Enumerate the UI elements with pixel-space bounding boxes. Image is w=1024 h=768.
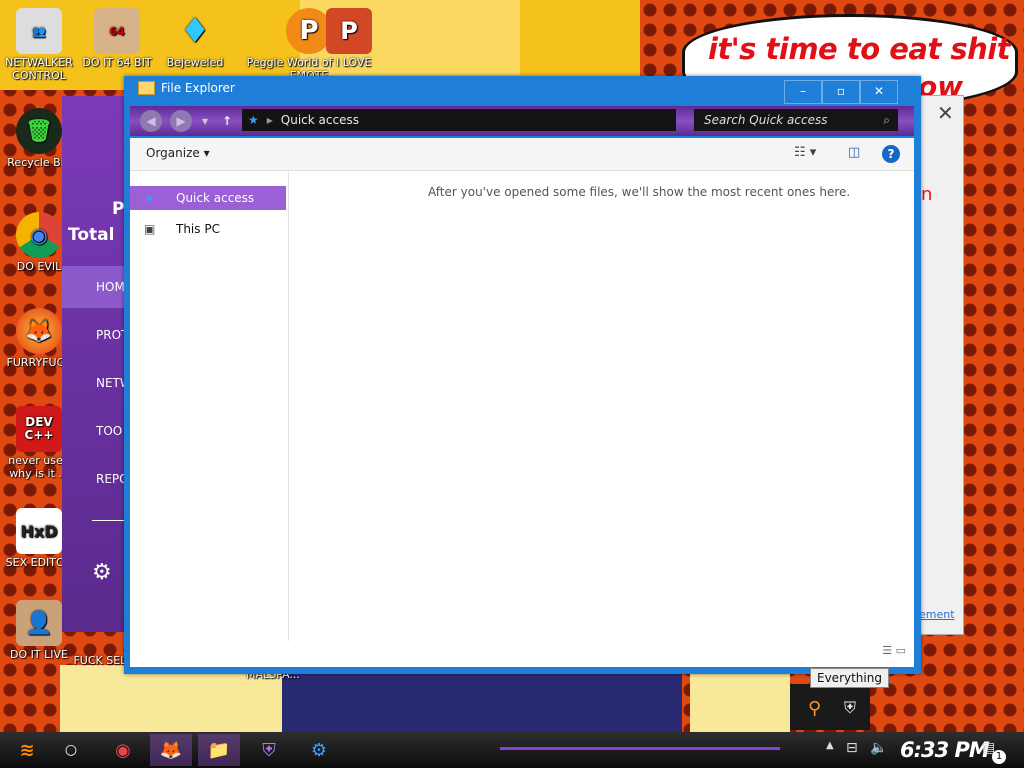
gem-icon: ♦ [179,10,211,51]
portrait-icon: 👤 [16,600,62,646]
users-icon: 👥 [16,8,62,54]
chevron-right-icon: ▸ [266,113,273,127]
clock[interactable]: 6:33 PM [900,738,990,762]
command-bar: Organize ▾ ☷ ▾ ◫ ? [130,138,914,171]
recent-locations-icon[interactable]: ▾ [194,110,216,132]
content-area: ★ Quick access ▣ This PC After you've op… [130,171,914,667]
portrait-icon: 64 [94,8,140,54]
background-window-text: n [921,184,933,205]
wallpaper-bottom-scene [282,668,682,733]
address-field[interactable]: ★ ▸ Quick access [242,109,676,131]
recycle-bin-icon: 🗑 [16,108,62,154]
forward-button[interactable]: ▶ [170,110,192,132]
up-button[interactable]: ↑ [216,110,238,132]
tray-chevron-icon[interactable]: ▲ [826,740,834,751]
hxd-icon: HxD [16,508,62,554]
desktop-icon-do-it-64[interactable]: 64 DO IT 64 BIT [78,8,156,69]
tray-overflow-panel: ⚲ ⛨ [790,684,870,730]
powerpoint-icon: P [326,8,372,54]
chrome-icon: ◉ [16,212,62,258]
av-nav-reports[interactable]: REPO [62,458,129,500]
taskbar-file-explorer[interactable]: 📁 [198,734,240,766]
minimize-button[interactable]: – [784,80,822,104]
star-icon: ★ [144,191,155,205]
av-nav-home[interactable]: HOM [62,266,128,308]
wallpaper-bottom-art-2 [690,668,790,733]
nav-item-this-pc[interactable]: ▣ This PC [130,217,286,241]
star-icon: ★ [248,113,259,127]
taskbar-shield-app[interactable]: ⛨ [248,734,290,766]
address-bar-area: ◀ ▶ ▾ ↑ ★ ▸ Quick access Search Quick acce… [130,106,914,136]
close-icon[interactable]: ✕ [937,101,954,125]
av-nav-network[interactable]: NETW [62,362,132,404]
search-input[interactable]: Search Quick access ⌕ [694,109,898,131]
desktop-icon-bejeweled[interactable]: ♦ Bejeweled [156,8,234,70]
file-explorer-window: File Explorer – ▫ ✕ ◀ ▶ ▾ ↑ ★ ▸ Quick acce… [124,76,921,674]
search-button[interactable]: ○ [50,734,92,766]
desktop-icon-netwalker[interactable]: 👥 NETWALKER CONTROL [0,8,78,82]
firefox-icon: 🦊 [16,308,62,354]
window-title: File Explorer [138,81,235,95]
av-divider [92,520,128,521]
av-nav-tools[interactable]: TOO [62,410,128,452]
preview-pane-icon[interactable]: ◫ [848,145,860,160]
background-window-link[interactable]: ement [919,608,955,621]
computer-icon: ▣ [144,222,156,236]
start-button[interactable]: ≋ [6,734,48,766]
view-options-icon[interactable]: ☷ ▾ [794,145,816,160]
speech-bubble-text: it's time to eat shit [708,32,1011,66]
help-icon[interactable]: ? [882,145,900,163]
devcpp-icon: DEV C++ [16,406,62,452]
organize-button[interactable]: Organize ▾ [146,146,210,160]
volume-icon[interactable]: 🔈 [870,740,887,756]
tooltip: Everything [810,668,889,688]
shield-app-icon[interactable]: ⛨ [844,698,856,718]
background-window: ✕ n ement [918,95,964,635]
maximize-button[interactable]: ▫ [822,80,860,104]
view-toggle-icons[interactable]: ☰ ▭ [882,644,906,657]
gear-icon[interactable]: ⚙ [92,560,112,585]
folder-icon [138,81,155,95]
empty-state-message: After you've opened some files, we'll sh… [428,185,851,199]
nav-item-quick-access[interactable]: ★ Quick access [130,186,286,210]
av-nav-protection[interactable]: PROT [62,314,128,356]
taskbar-firefox[interactable]: 🦊 [150,734,192,766]
navigation-pane: ★ Quick access ▣ This PC [130,171,289,641]
antivirus-title: P Total [68,199,125,245]
desktop-icon-powerpoint[interactable]: P [310,8,388,56]
everything-search-icon[interactable]: ⚲ [808,698,821,719]
notification-badge: 1 [992,750,1006,764]
taskbar-app[interactable]: ⚙ [298,734,340,766]
back-button[interactable]: ◀ [140,110,162,132]
network-icon[interactable]: ⊟ [846,740,858,756]
search-icon: ⌕ [883,113,890,127]
close-button[interactable]: ✕ [860,80,898,104]
taskbar-accent [500,747,780,750]
taskbar-chrome[interactable]: ◉ [102,734,144,766]
